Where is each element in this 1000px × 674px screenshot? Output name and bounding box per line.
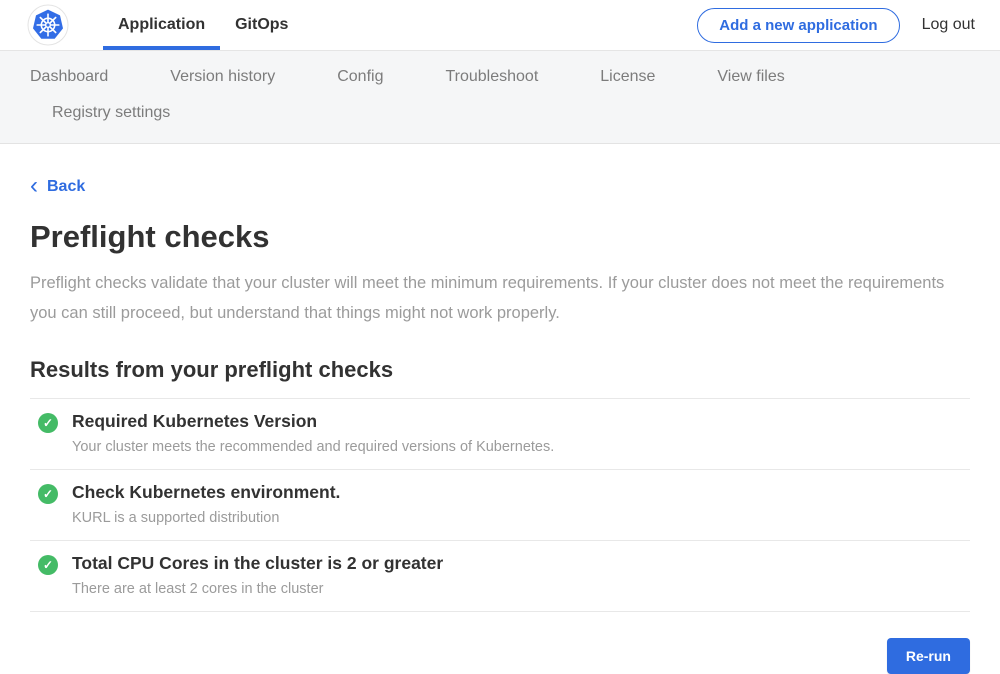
subnav-row-2: Registry settings	[52, 95, 970, 131]
subnav-item-troubleshoot[interactable]: Troubleshoot	[445, 68, 538, 86]
secondary-navbar: Dashboard Version history Config Trouble…	[0, 51, 1000, 144]
back-link-label: Back	[47, 178, 85, 196]
rerun-button[interactable]: Re-run	[887, 638, 970, 674]
tab-application-label: Application	[118, 16, 205, 34]
kubernetes-logo-icon	[27, 4, 69, 46]
check-text: Check Kubernetes environment. KURL is a …	[72, 482, 340, 527]
topnav-right: Add a new application Log out	[697, 0, 1000, 50]
page-title: Preflight checks	[30, 219, 970, 255]
subnav-item-version-history[interactable]: Version history	[170, 68, 275, 86]
tab-application[interactable]: Application	[103, 0, 220, 50]
subnav-item-dashboard[interactable]: Dashboard	[30, 68, 108, 86]
check-row-cpu-cores: ✓ Total CPU Cores in the cluster is 2 or…	[30, 541, 970, 612]
subnav-item-config[interactable]: Config	[337, 68, 383, 86]
page-description: Preflight checks validate that your clus…	[30, 268, 970, 328]
back-link[interactable]: ‹ Back	[30, 178, 85, 196]
check-text: Required Kubernetes Version Your cluster…	[72, 411, 554, 456]
check-pass-icon: ✓	[38, 484, 58, 504]
check-row-kubernetes-environment: ✓ Check Kubernetes environment. KURL is …	[30, 470, 970, 541]
preflight-checks-page: ‹ Back Preflight checks Preflight checks…	[0, 144, 1000, 674]
subnav-item-view-files[interactable]: View files	[717, 68, 784, 86]
add-new-application-button[interactable]: Add a new application	[697, 8, 899, 43]
check-text: Total CPU Cores in the cluster is 2 or g…	[72, 553, 443, 598]
primary-tabs: Application GitOps	[103, 0, 303, 50]
footer-actions: Re-run	[30, 638, 970, 674]
top-navbar: Application GitOps Add a new application…	[0, 0, 1000, 51]
check-detail: Your cluster meets the recommended and r…	[72, 439, 554, 456]
check-detail: There are at least 2 cores in the cluste…	[72, 581, 443, 598]
results-heading: Results from your preflight checks	[30, 357, 970, 383]
subnav-item-registry-settings[interactable]: Registry settings	[52, 104, 170, 122]
subnav-row-1: Dashboard Version history Config Trouble…	[30, 59, 970, 95]
check-pass-icon: ✓	[38, 555, 58, 575]
check-title: Check Kubernetes environment.	[72, 482, 340, 503]
check-detail: KURL is a supported distribution	[72, 510, 340, 527]
check-title: Required Kubernetes Version	[72, 411, 554, 432]
tab-gitops-label: GitOps	[235, 16, 288, 34]
check-row-kubernetes-version: ✓ Required Kubernetes Version Your clust…	[30, 399, 970, 470]
back-chevron-icon: ‹	[30, 178, 38, 194]
logout-link[interactable]: Log out	[922, 16, 975, 34]
app-logo[interactable]	[0, 0, 69, 50]
subnav-item-license[interactable]: License	[600, 68, 655, 86]
check-title: Total CPU Cores in the cluster is 2 or g…	[72, 553, 443, 574]
tab-gitops[interactable]: GitOps	[220, 0, 303, 50]
preflight-results-list: ✓ Required Kubernetes Version Your clust…	[30, 398, 970, 612]
check-pass-icon: ✓	[38, 413, 58, 433]
